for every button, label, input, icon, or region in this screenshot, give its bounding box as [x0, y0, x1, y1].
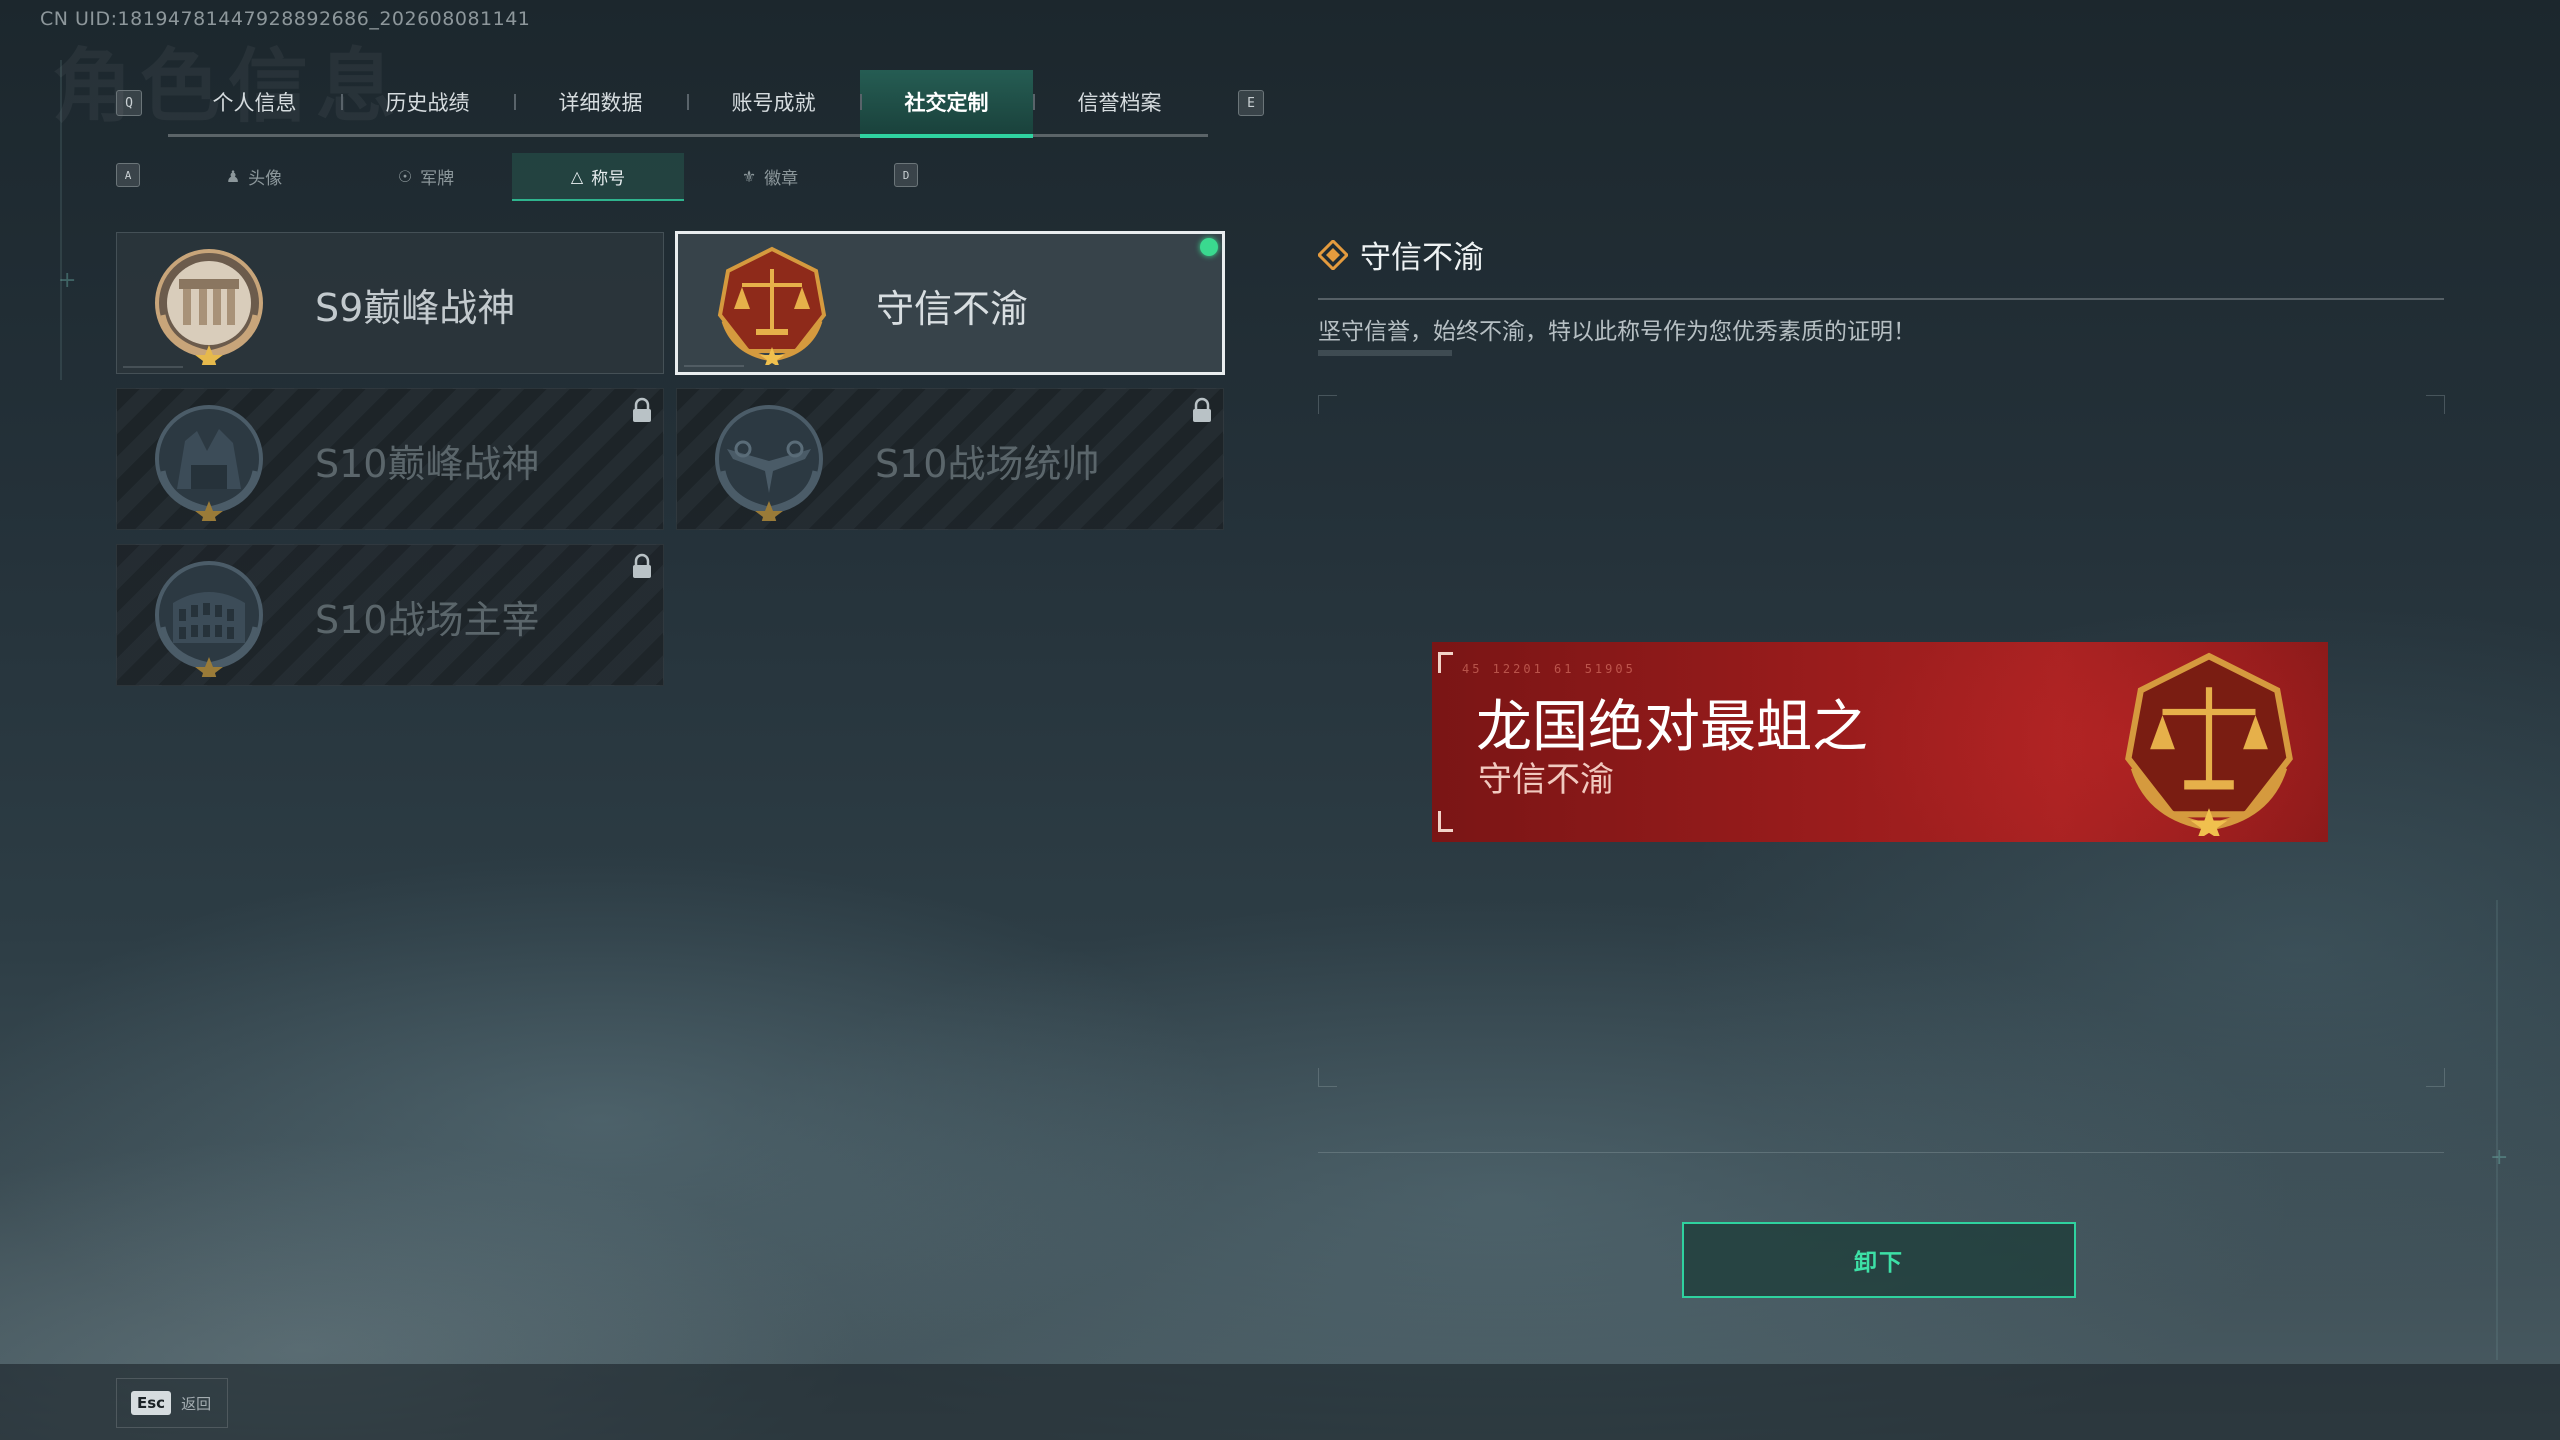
- next-tab-key[interactable]: E: [1238, 90, 1264, 116]
- divider: [1318, 1152, 2444, 1153]
- prev-subtab-key[interactable]: A: [116, 163, 140, 187]
- sub-tab-bar: ♟ 头像 ☉ 军牌 △ 称号 ⚜ 徽章: [168, 153, 868, 201]
- subtab-label: 徽章: [764, 168, 799, 189]
- frame-line: [60, 60, 62, 380]
- title-name: 守信不渝: [876, 287, 1029, 331]
- title-name: S10战场主宰: [315, 598, 540, 642]
- footer-bar: [0, 1364, 2560, 1440]
- detail-header: 守信不渝: [1318, 232, 1484, 277]
- gate-badge-icon: [155, 249, 263, 365]
- frame-corner: [1318, 395, 1337, 414]
- tab-achievements[interactable]: 账号成就: [687, 70, 860, 134]
- decorative-line: [123, 366, 183, 368]
- subtab-label: 军牌: [420, 168, 455, 189]
- detail-description: 坚守信誉，始终不渝，特以此称号作为您优秀素质的证明！: [1318, 319, 1916, 345]
- frame-corner: [2426, 395, 2445, 414]
- esc-key: Esc: [131, 1391, 172, 1415]
- detail-title-name: 守信不渝: [1360, 240, 1484, 276]
- tab-label: 社交定制: [904, 91, 989, 115]
- subtab-dogtag[interactable]: ☉ 军牌: [340, 153, 512, 199]
- tab-label: 历史战绩: [385, 91, 470, 115]
- aircraft-badge-icon: [715, 405, 823, 521]
- tab-detailed-stats[interactable]: 详细数据: [514, 70, 687, 134]
- next-subtab-key[interactable]: D: [894, 163, 918, 187]
- tab-credit-profile[interactable]: 信誉档案: [1033, 70, 1206, 134]
- lock-icon: [633, 397, 651, 422]
- ruins-badge-icon: [155, 405, 263, 521]
- main-tab-bar: 个人信息 历史战绩 详细数据 账号成就 社交定制 信誉档案: [168, 70, 1208, 138]
- equipped-indicator: [1200, 238, 1218, 256]
- unequip-button[interactable]: 卸下: [1682, 1222, 2076, 1298]
- crosshair-icon: +: [58, 268, 77, 293]
- title-card-s9-peak[interactable]: S9巅峰战神: [116, 232, 664, 374]
- tab-label: 信誉档案: [1077, 91, 1162, 115]
- bracket-decoration: [1438, 811, 1453, 832]
- frame-corner: [2426, 1068, 2445, 1087]
- diamond-icon: [1318, 239, 1348, 270]
- badge-icon: ⚜: [741, 166, 757, 186]
- tab-label: 详细数据: [558, 91, 643, 115]
- divider: [1318, 298, 2444, 300]
- banner-player-name: 龙国绝对最蛆之: [1476, 695, 1868, 760]
- tab-social-customize[interactable]: 社交定制: [860, 70, 1033, 138]
- tab-match-history[interactable]: 历史战绩: [341, 70, 514, 134]
- title-card-s10-peak[interactable]: S10巅峰战神: [116, 388, 664, 530]
- bracket-decoration: [1438, 652, 1453, 673]
- tab-label: 个人信息: [212, 91, 297, 115]
- decorative-line: [684, 365, 744, 367]
- title-name: S10巅峰战神: [315, 442, 540, 486]
- subtab-title[interactable]: △ 称号: [512, 153, 684, 201]
- lock-icon: [633, 553, 651, 578]
- subtab-avatar[interactable]: ♟ 头像: [168, 153, 340, 199]
- subtab-label: 头像: [248, 168, 283, 189]
- frame-line: [2496, 900, 2498, 1360]
- scales-badge-icon: [717, 246, 827, 365]
- title-icon: △: [570, 166, 584, 186]
- title-banner-preview: 45 12201 61 51905 龙国绝对最蛆之 守信不渝: [1432, 642, 2328, 842]
- back-button[interactable]: Esc 返回: [116, 1378, 228, 1428]
- dogtag-icon: ☉: [397, 166, 413, 186]
- title-card-keep-faith[interactable]: 守信不渝: [675, 231, 1225, 375]
- title-card-s10-dominator[interactable]: S10战场主宰: [116, 544, 664, 686]
- tab-label: 账号成就: [731, 91, 816, 115]
- scales-emblem-icon: [2125, 652, 2293, 836]
- title-name: S9巅峰战神: [315, 286, 516, 330]
- title-name: S10战场统帅: [875, 442, 1100, 486]
- decorative-bar: [1318, 350, 1452, 356]
- frame-corner: [1318, 1068, 1337, 1087]
- lock-icon: [1193, 397, 1211, 422]
- tab-personal-info[interactable]: 个人信息: [168, 70, 341, 134]
- colosseum-badge-icon: [155, 561, 263, 677]
- banner-title: 守信不渝: [1478, 760, 1614, 800]
- subtab-badge[interactable]: ⚜ 徽章: [684, 153, 856, 199]
- prev-tab-key[interactable]: Q: [116, 90, 142, 116]
- back-label: 返回: [181, 1394, 212, 1413]
- crosshair-icon: +: [2490, 1145, 2509, 1170]
- title-card-s10-commander[interactable]: S10战场统帅: [676, 388, 1224, 530]
- banner-code: 45 12201 61 51905: [1462, 662, 1636, 676]
- subtab-label: 称号: [591, 168, 626, 189]
- person-icon: ♟: [225, 166, 241, 186]
